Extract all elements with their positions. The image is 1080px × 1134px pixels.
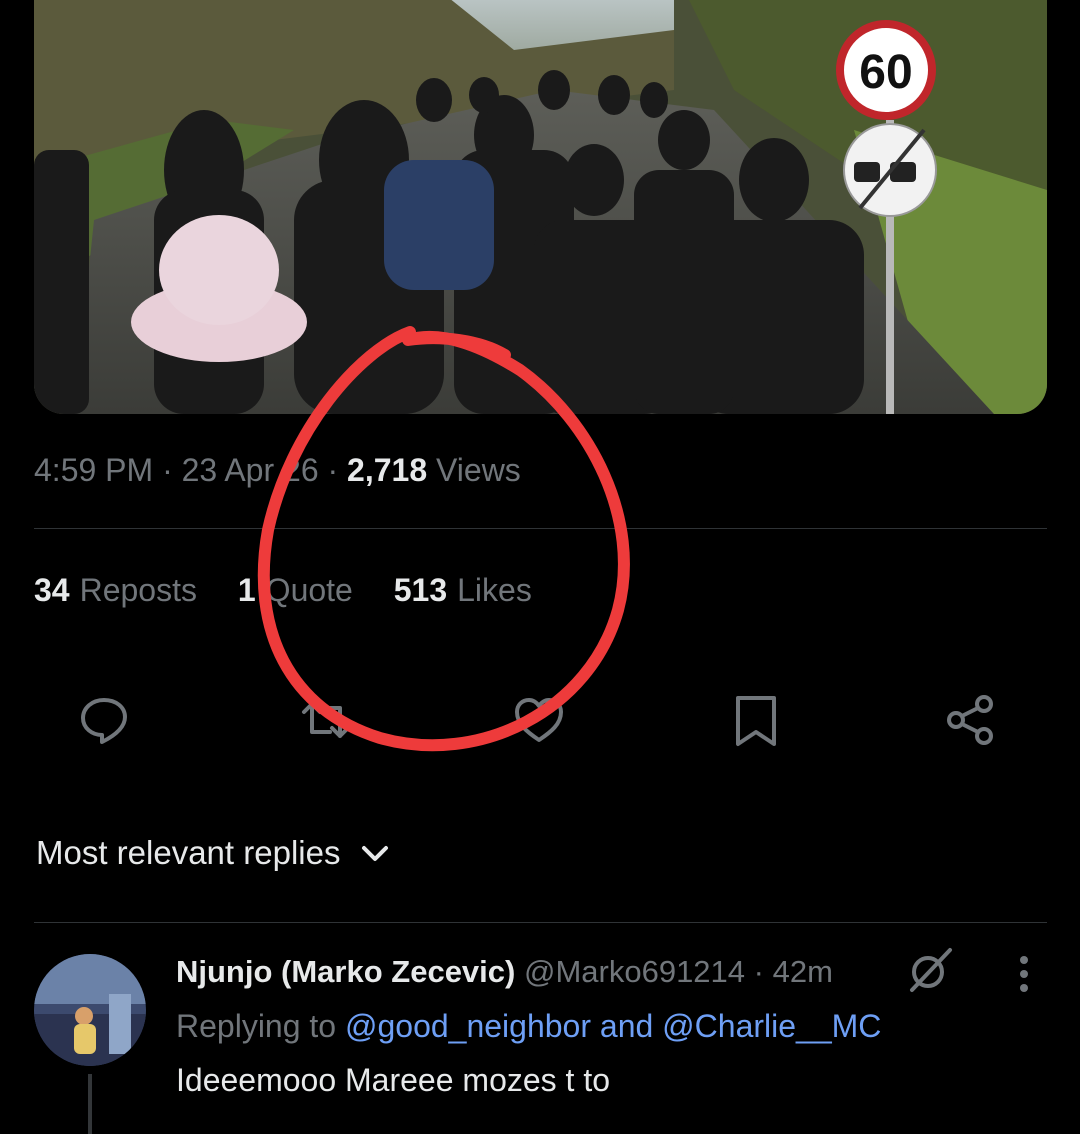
quotes-stat[interactable]: 1 Quote (238, 572, 353, 608)
tweet-time: 4:59 PM (34, 452, 154, 488)
reply-text: Ideeemooo Mareee mozes t to (176, 1062, 611, 1098)
tweet-meta: 4:59 PM · 23 Apr 26 · 2,718 Views (34, 452, 521, 489)
replies-sort-dropdown[interactable]: Most relevant replies (36, 834, 392, 872)
tweet-photo[interactable]: 60 (34, 0, 1047, 414)
reply-icon (81, 698, 127, 744)
share-icon (947, 695, 993, 745)
reply-author-handle[interactable]: @Marko691214 (524, 954, 745, 989)
likes-stat[interactable]: 513 Likes (394, 572, 532, 608)
likes-label: Likes (457, 572, 532, 608)
reposts-label: Reposts (79, 572, 197, 608)
share-button[interactable] (940, 690, 1000, 750)
tweet-date: 23 Apr 26 (181, 452, 319, 488)
bookmark-icon (736, 696, 776, 746)
reposts-stat[interactable]: 34 Reposts (34, 572, 197, 608)
likes-count: 513 (393, 572, 448, 608)
reply-header: Njunjo (Marko Zecevic) @Marko691214 · 42… (176, 954, 833, 990)
meta-separator: · (327, 452, 339, 488)
quotes-count: 1 (237, 572, 256, 608)
action-bar (34, 690, 1047, 750)
divider (34, 922, 1047, 923)
quotes-label: Quote (265, 572, 353, 608)
views-label[interactable]: Views (436, 452, 521, 488)
meta-separator: · (162, 452, 173, 488)
reply-button[interactable] (74, 690, 134, 750)
tweet-stats: 34 Reposts 1 Quote 513 Likes (34, 572, 564, 609)
reposts-count: 34 (34, 572, 70, 608)
replying-prefix: Replying to (176, 1008, 337, 1044)
repost-button[interactable] (296, 690, 356, 750)
grok-icon[interactable] (904, 944, 956, 996)
bookmark-button[interactable] (726, 690, 786, 750)
chevron-down-icon (362, 846, 389, 861)
reply-age[interactable]: 42m (773, 954, 833, 989)
avatar-image (34, 954, 146, 1066)
more-options-icon[interactable] (1008, 952, 1040, 996)
like-button[interactable] (509, 690, 569, 750)
like-icon (515, 698, 563, 742)
replies-sort-label: Most relevant replies (36, 834, 341, 871)
reply-author-name[interactable]: Njunjo (Marko Zecevic) (176, 954, 515, 989)
speed-sign-text: 60 (859, 46, 912, 99)
thread-line (88, 1074, 92, 1134)
crowd-photo-illustration: 60 (34, 0, 1047, 414)
mention-link[interactable]: @good_neighbor (345, 1008, 591, 1044)
reply-separator: · (753, 954, 764, 989)
mention-link[interactable]: @Charlie__MC (662, 1008, 881, 1044)
views-count: 2,718 (347, 452, 428, 488)
avatar[interactable] (34, 954, 146, 1066)
divider (34, 528, 1047, 529)
replying-to: Replying to @good_neighbor and @Charlie_… (176, 1008, 881, 1045)
repost-icon (302, 702, 350, 738)
mention-and: and (599, 1008, 654, 1044)
